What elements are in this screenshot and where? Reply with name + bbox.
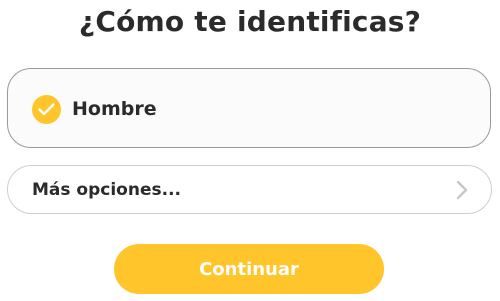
chevron-right-icon: [455, 180, 469, 200]
more-options-label: Más opciones...: [32, 180, 181, 200]
gender-selection-screen: ¿Cómo te identificas? Hombre Más opcione…: [0, 0, 500, 301]
option-card-hombre[interactable]: Hombre: [7, 68, 491, 148]
checkmark-icon: [32, 95, 61, 124]
more-options-row[interactable]: Más opciones...: [7, 165, 492, 214]
option-label: Hombre: [72, 98, 157, 120]
continue-button[interactable]: Continuar: [114, 244, 384, 294]
page-title: ¿Cómo te identificas?: [78, 5, 422, 38]
